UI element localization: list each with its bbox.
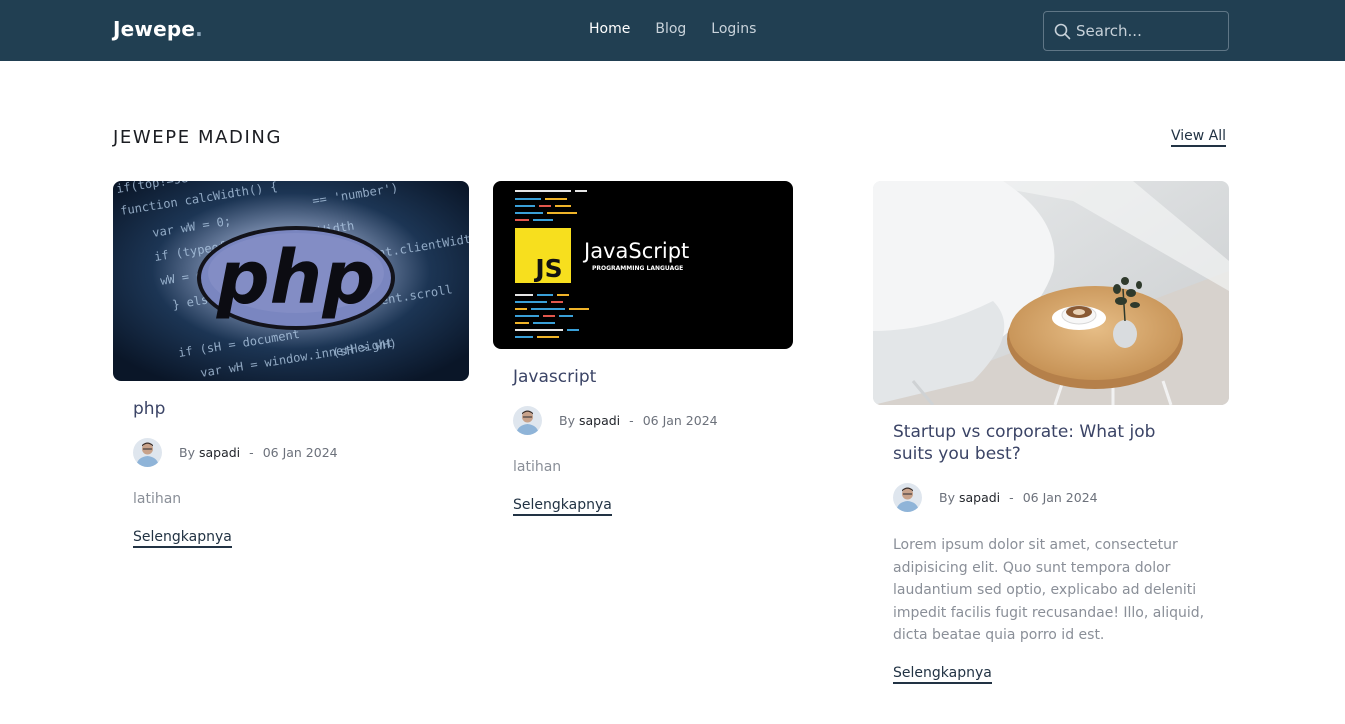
meta-by: By bbox=[939, 490, 955, 505]
read-more-link[interactable]: Selengkapnya bbox=[513, 497, 612, 516]
post-title[interactable]: Javascript bbox=[513, 366, 783, 388]
post-excerpt: latihan bbox=[133, 491, 182, 507]
avatar bbox=[133, 438, 162, 467]
post-author: sapadi bbox=[958, 490, 1001, 505]
post-date: 06 Jan 2024 bbox=[262, 445, 338, 460]
search-input[interactable] bbox=[1076, 22, 1216, 40]
post-title[interactable]: Startup vs corporate: What job suits you… bbox=[893, 421, 1193, 465]
js-logo-text: JavaScript bbox=[582, 239, 689, 263]
post-title[interactable]: php bbox=[133, 398, 453, 420]
post-thumbnail-startup[interactable] bbox=[873, 181, 1229, 405]
meta-by: By bbox=[559, 413, 575, 428]
meta-separator: - bbox=[629, 413, 634, 428]
brand-logo[interactable]: Jewepe. bbox=[113, 17, 203, 41]
post-card-startup: Startup vs corporate: What job suits you… bbox=[873, 181, 1229, 701]
nav-home[interactable]: Home bbox=[589, 21, 630, 37]
brand-dot: . bbox=[195, 17, 203, 41]
search-box[interactable] bbox=[1043, 11, 1229, 51]
view-all-link[interactable]: View All bbox=[1171, 128, 1227, 147]
avatar bbox=[893, 483, 922, 512]
nav-logins[interactable]: Logins bbox=[711, 21, 756, 37]
js-badge-text: JS bbox=[533, 254, 562, 283]
meta-separator: - bbox=[1009, 490, 1014, 505]
post-thumbnail-javascript[interactable]: JS JavaScript PROGRAMMING LANGUAGE bbox=[493, 181, 793, 349]
brand-name: Jewepe bbox=[113, 17, 196, 41]
section-title: JEWEPE MADING bbox=[113, 127, 283, 148]
nav-blog[interactable]: Blog bbox=[655, 21, 686, 37]
post-author: sapadi bbox=[198, 445, 241, 460]
js-subtitle: PROGRAMMING LANGUAGE bbox=[592, 265, 683, 272]
read-more-link[interactable]: Selengkapnya bbox=[893, 665, 992, 684]
avatar bbox=[513, 406, 542, 435]
post-thumbnail-php[interactable]: if(top!=self){ function calcWidth() { va… bbox=[113, 181, 469, 381]
post-meta: By sapadi - 06 Jan 2024 bbox=[893, 483, 1098, 512]
post-meta: By sapadi - 06 Jan 2024 bbox=[133, 438, 338, 467]
navbar: Jewepe. Home Blog Logins bbox=[0, 0, 1345, 61]
post-author: sapadi bbox=[578, 413, 621, 428]
post-meta: By sapadi - 06 Jan 2024 bbox=[513, 406, 718, 435]
post-card-php: if(top!=self){ function calcWidth() { va… bbox=[113, 181, 469, 561]
post-card-javascript: JS JavaScript PROGRAMMING LANGUAGE Javas… bbox=[493, 181, 793, 521]
meta-by: By bbox=[179, 445, 195, 460]
read-more-link[interactable]: Selengkapnya bbox=[133, 529, 232, 548]
post-excerpt: latihan bbox=[513, 459, 562, 475]
meta-separator: - bbox=[249, 445, 254, 460]
post-date: 06 Jan 2024 bbox=[1022, 490, 1098, 505]
post-date: 06 Jan 2024 bbox=[642, 413, 718, 428]
php-logo-text: php bbox=[216, 235, 376, 321]
post-excerpt: Lorem ipsum dolor sit amet, consectetur … bbox=[893, 537, 1205, 643]
search-icon bbox=[1054, 23, 1071, 40]
main-nav: Home Blog Logins bbox=[589, 21, 756, 37]
